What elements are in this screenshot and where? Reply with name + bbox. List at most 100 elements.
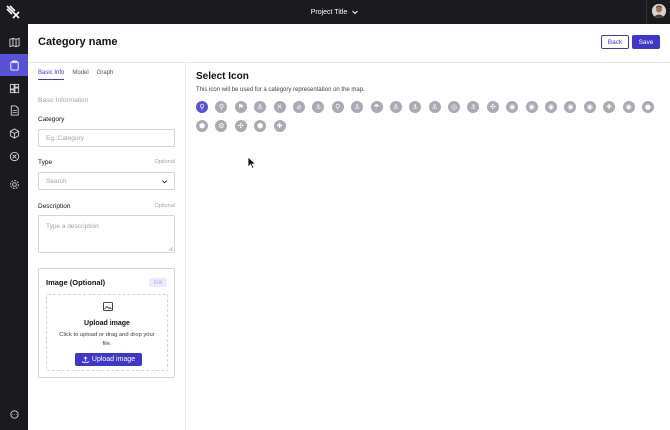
- category-icon-option[interactable]: ⚓: [467, 101, 480, 113]
- category-icon-option[interactable]: ⚲: [215, 101, 228, 113]
- category-icon-option[interactable]: ⚲: [196, 101, 208, 113]
- top-bar: Project Title: [0, 0, 670, 24]
- circle-x-icon: [9, 151, 19, 161]
- image-edit-button[interactable]: Edit: [149, 278, 167, 287]
- project-title: Project Title: [310, 8, 348, 16]
- sidebar-item-settings[interactable]: [0, 173, 28, 195]
- category-icon-option[interactable]: ✕: [273, 101, 286, 113]
- description-label: Description: [38, 203, 71, 210]
- category-icon-option[interactable]: ✣: [234, 120, 247, 132]
- icon-glyph: ⬢: [198, 121, 206, 130]
- image-icon: [103, 302, 113, 311]
- category-icon-option[interactable]: ⚓: [409, 101, 422, 113]
- sidebar-item-models[interactable]: [0, 122, 28, 144]
- category-icon-option[interactable]: ✣: [486, 101, 499, 113]
- mouse-cursor-icon: [247, 156, 257, 170]
- panel-divider: [185, 63, 186, 430]
- category-icon-option[interactable]: ⚓: [389, 101, 402, 113]
- icon-glyph: ✚: [606, 102, 613, 111]
- icon-glyph: ⚲: [335, 102, 341, 111]
- image-card: Image (Optional) Edit Upload image Click…: [38, 268, 175, 378]
- sidebar-item-documents[interactable]: [0, 99, 28, 121]
- sidebar-item-chat[interactable]: [0, 403, 28, 425]
- description-textarea[interactable]: Type a description: [38, 215, 175, 253]
- icon-glyph: ✕: [276, 102, 283, 111]
- icon-glyph: ◉: [586, 102, 593, 111]
- upload-icon: [82, 356, 89, 363]
- icon-glyph: ◉: [547, 102, 555, 111]
- category-icon-option[interactable]: ⚙: [215, 120, 228, 132]
- icon-glyph: ⚙: [218, 121, 225, 130]
- icon-glyph: ⚲: [218, 102, 224, 111]
- icon-glyph: ✚: [276, 121, 283, 130]
- category-icon-option[interactable]: ✚: [273, 120, 286, 132]
- upload-button-label: Upload image: [91, 356, 136, 363]
- category-icon-option[interactable]: ⚓: [428, 101, 441, 113]
- category-icon-option[interactable]: ◉: [545, 101, 558, 113]
- description-optional-label: Optional: [154, 203, 176, 209]
- header-divider: [28, 62, 670, 63]
- upload-image-button[interactable]: Upload image: [75, 353, 142, 366]
- icon-glyph: ⚓: [315, 102, 322, 111]
- category-icon-option[interactable]: ⚑: [234, 101, 247, 113]
- category-icon-option[interactable]: ◉: [583, 101, 596, 113]
- category-icon-option[interactable]: ◉: [622, 101, 635, 113]
- type-optional-label: Optional: [154, 159, 176, 165]
- sidebar-item-categories[interactable]: [0, 54, 28, 76]
- sidebar: [0, 24, 28, 430]
- category-icon-option[interactable]: ◉: [506, 101, 519, 113]
- tab-basic-info[interactable]: Basic Info: [38, 70, 65, 80]
- select-icon-help: This icon will be used for a category re…: [196, 87, 365, 93]
- resize-handle-icon[interactable]: [168, 246, 173, 251]
- image-card-title: Image (Optional): [46, 278, 106, 287]
- avatar-image: [652, 4, 666, 18]
- save-button[interactable]: Save: [632, 35, 660, 49]
- icon-glyph: ⚑: [237, 102, 244, 111]
- category-icon-option[interactable]: ●: [641, 101, 654, 113]
- category-label: Category: [38, 116, 65, 123]
- icon-glyph: ◉: [509, 102, 516, 111]
- category-icon-option[interactable]: ⌀: [292, 101, 305, 113]
- icon-glyph: ⚓: [412, 102, 419, 111]
- category-icon-option[interactable]: ⬢: [196, 120, 208, 132]
- icon-glyph: ⬢: [257, 121, 264, 130]
- document-icon: [10, 104, 19, 116]
- image-dropzone[interactable]: Upload image Click to upload or drag and…: [46, 294, 168, 371]
- tab-model[interactable]: Model: [72, 70, 88, 80]
- category-icon-option[interactable]: ⚓: [351, 101, 364, 113]
- category-input[interactable]: Eg.:Category: [38, 129, 175, 147]
- category-icon-option[interactable]: ⚓: [312, 101, 325, 113]
- project-title-dropdown[interactable]: Project Title: [0, 0, 670, 24]
- category-icon-option[interactable]: ◉: [564, 101, 577, 113]
- category-icon-option[interactable]: ◎: [448, 101, 461, 113]
- category-icon-option[interactable]: ✚: [603, 101, 616, 113]
- chat-icon: [9, 409, 19, 419]
- icon-glyph: ⚓: [257, 102, 264, 111]
- category-icon-option[interactable]: ⬢: [254, 120, 267, 132]
- category-icon-option[interactable]: ⚲: [331, 101, 344, 113]
- user-avatar[interactable]: [646, 0, 670, 24]
- chevron-down-icon: [162, 180, 167, 184]
- type-select[interactable]: Search: [38, 172, 175, 190]
- category-icon-option[interactable]: ☂: [370, 101, 383, 113]
- gear-icon: [9, 179, 19, 189]
- sidebar-item-dashboard[interactable]: [0, 77, 28, 99]
- back-button[interactable]: Back: [601, 35, 629, 49]
- tab-graph[interactable]: Graph: [97, 70, 114, 80]
- sidebar-item-map[interactable]: [0, 31, 28, 53]
- icon-glyph: ⌀: [296, 102, 302, 111]
- type-label: Type: [38, 159, 53, 166]
- chevron-down-icon: [352, 10, 359, 15]
- icon-glyph: ⚓: [392, 102, 400, 111]
- icon-glyph: ⚲: [199, 102, 205, 111]
- icon-glyph: ⚓: [353, 102, 361, 111]
- icon-glyph: ⚓: [470, 102, 477, 111]
- type-placeholder: Search: [46, 177, 67, 185]
- icon-glyph: ✣: [237, 121, 244, 130]
- icon-grid: ⚲ ⚲ ⚑ ⚓ ✕ ⌀ ⚓ ⚲ ⚓ ☂ ⚓ ⚓ ⚓ ◎ ⚓ ✣ ◉ ◉ ◉ ◉ ◉ ✚ ◉ ● ⬢ ⚙ ✣ ⬢ ✚: [196, 101, 656, 132]
- sidebar-item-close[interactable]: [0, 145, 28, 167]
- category-icon-option[interactable]: ◉: [525, 101, 538, 113]
- description-placeholder: Type a description: [46, 223, 99, 230]
- tab-bar: Basic Info Model Graph: [38, 70, 113, 80]
- category-icon-option[interactable]: ⚓: [254, 101, 267, 113]
